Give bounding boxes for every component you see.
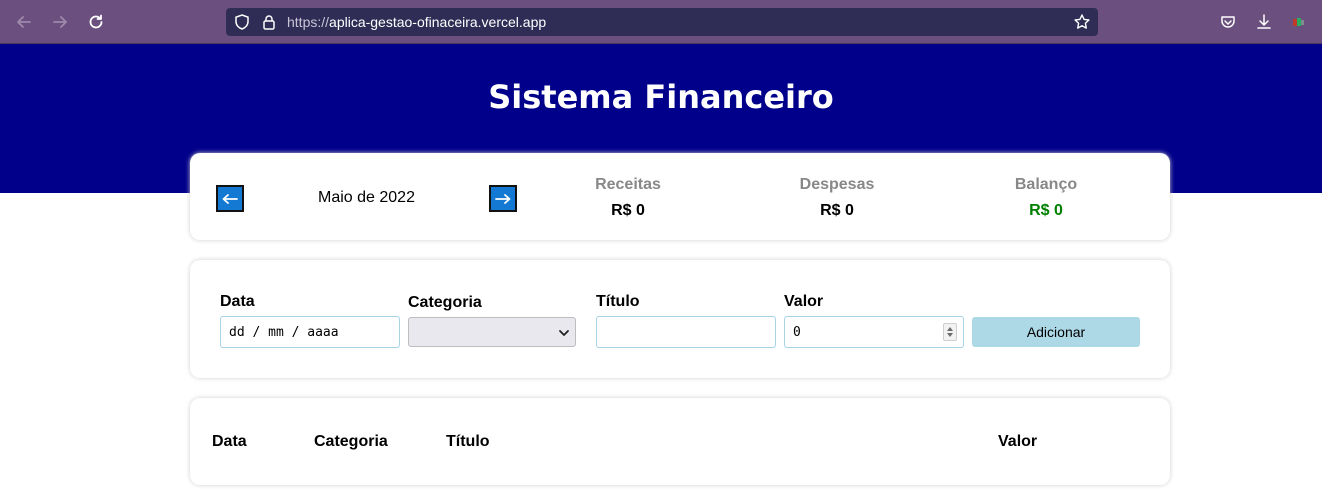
- despesas-value: R$ 0: [820, 202, 854, 219]
- pocket-icon[interactable]: [1217, 11, 1239, 33]
- balanco-label: Balanço: [1014, 176, 1078, 193]
- browser-toolbar: https://aplica-gestao-ofinaceira.vercel.…: [0, 0, 1322, 44]
- titulo-label: Título: [596, 293, 640, 310]
- shield-icon[interactable]: [233, 13, 251, 31]
- titulo-input[interactable]: [596, 316, 776, 348]
- chevron-down-icon: [559, 330, 569, 336]
- info-area: Maio de 2022 Receitas R$ 0 Despesas R$ 0…: [190, 153, 1170, 240]
- column-header-valor: Valor: [998, 433, 1038, 450]
- valor-input[interactable]: 0: [784, 316, 964, 348]
- reload-icon[interactable]: [85, 11, 107, 33]
- column-header-data: Data: [212, 433, 247, 450]
- back-icon[interactable]: [13, 11, 35, 33]
- lock-icon[interactable]: [260, 13, 278, 31]
- date-input[interactable]: dd / mm / aaaa: [220, 316, 400, 348]
- url-text[interactable]: https://aplica-gestao-ofinaceira.vercel.…: [287, 14, 546, 30]
- address-bar[interactable]: https://aplica-gestao-ofinaceira.vercel.…: [226, 8, 1098, 36]
- categoria-select[interactable]: [408, 317, 576, 347]
- extension-icon[interactable]: [1288, 11, 1310, 33]
- arrow-left-icon: [222, 193, 238, 204]
- input-area: Data dd / mm / aaaa Categoria Título Val…: [190, 260, 1170, 378]
- month-label: Maio de 2022: [318, 189, 415, 206]
- receitas-label: Receitas: [595, 176, 661, 193]
- data-label: Data: [220, 293, 255, 310]
- forward-icon[interactable]: [49, 11, 71, 33]
- page-title: Sistema Financeiro: [488, 78, 834, 116]
- despesas-label: Despesas: [799, 176, 875, 193]
- receitas-stat: Receitas R$ 0: [558, 176, 698, 220]
- despesas-stat: Despesas R$ 0: [767, 176, 907, 220]
- star-icon[interactable]: [1073, 13, 1091, 31]
- valor-value: 0: [793, 324, 801, 340]
- balanco-value: R$ 0: [1029, 202, 1063, 219]
- receitas-value: R$ 0: [611, 202, 645, 219]
- balanco-stat: Balanço R$ 0: [976, 176, 1116, 220]
- number-spinner[interactable]: [943, 323, 957, 341]
- categoria-label: Categoria: [408, 294, 482, 311]
- prev-month-button[interactable]: [216, 185, 244, 212]
- arrow-right-icon: [495, 193, 511, 204]
- column-header-categoria: Categoria: [314, 433, 388, 450]
- column-header-titulo: Título: [446, 433, 490, 450]
- table-area: Data Categoria Título Valor: [190, 398, 1170, 485]
- add-button[interactable]: Adicionar: [972, 317, 1140, 347]
- download-icon[interactable]: [1253, 11, 1275, 33]
- next-month-button[interactable]: [489, 185, 517, 212]
- valor-label: Valor: [784, 293, 824, 310]
